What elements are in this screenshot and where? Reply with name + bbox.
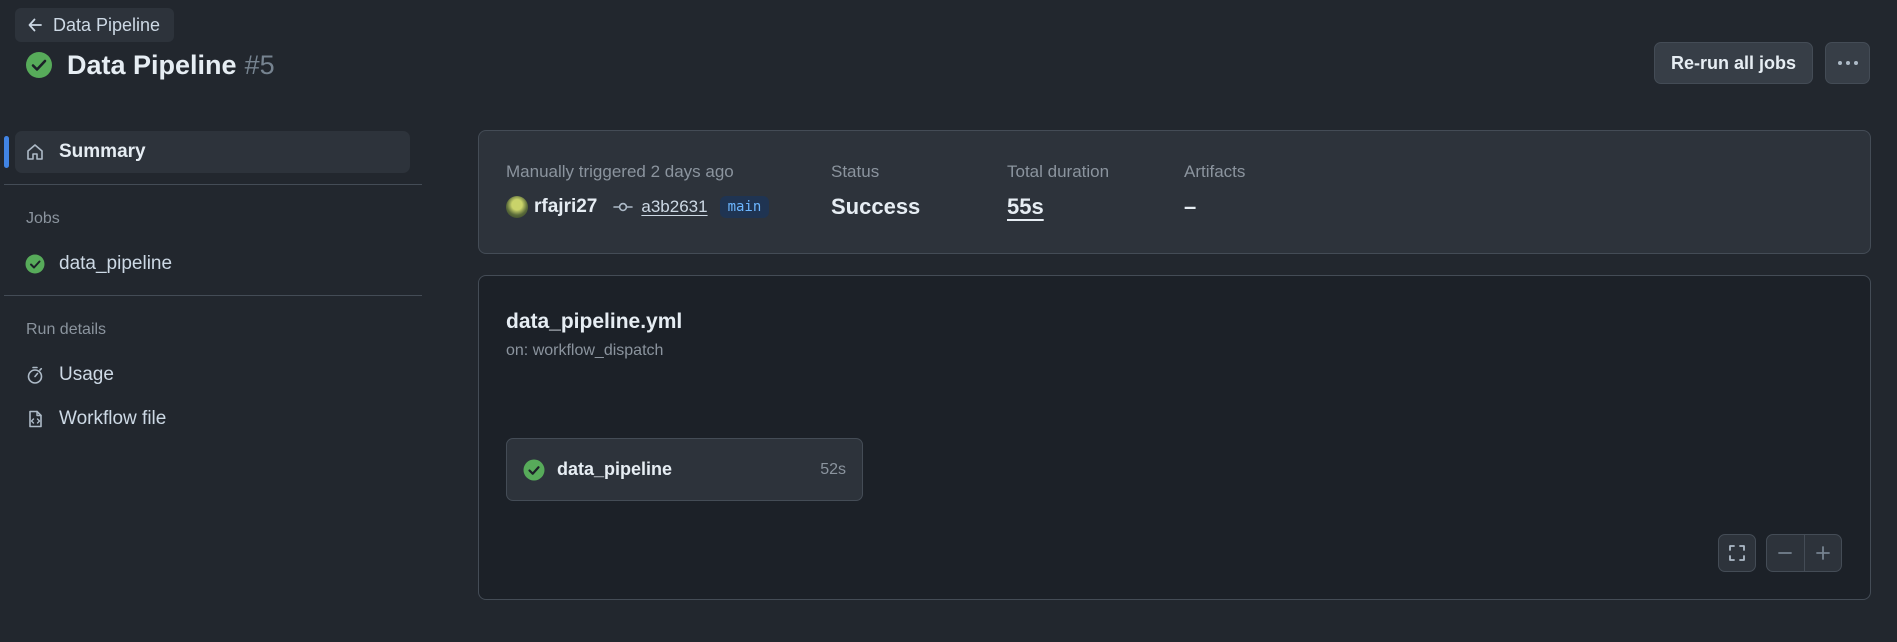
sidebar-item-workflow-file[interactable]: Workflow file	[15, 398, 410, 440]
kebab-horizontal-icon	[1837, 60, 1859, 66]
sidebar-divider	[4, 184, 422, 185]
zoom-out-button[interactable]	[1767, 535, 1805, 571]
check-circle-fill-icon	[25, 254, 45, 274]
job-node-data-pipeline[interactable]: data_pipeline 52s	[506, 438, 863, 501]
file-code-icon	[25, 409, 45, 429]
status-value: Success	[831, 194, 921, 219]
trigger-text: Manually triggered 2 days ago	[506, 162, 734, 181]
sidebar-item-job-data-pipeline[interactable]: data_pipeline	[15, 243, 410, 285]
sidebar-item-usage[interactable]: Usage	[15, 354, 410, 396]
more-options-button[interactable]	[1825, 42, 1870, 84]
duration-value[interactable]: 55s	[1007, 194, 1044, 220]
minus-icon	[1777, 545, 1793, 561]
zoom-in-button[interactable]	[1805, 535, 1842, 571]
avatar	[506, 196, 528, 218]
fullscreen-button[interactable]	[1718, 534, 1756, 572]
page-title-row: Data Pipeline #5	[25, 48, 275, 82]
page-title: Data Pipeline #5	[67, 50, 275, 81]
job-name: data_pipeline	[557, 459, 673, 479]
arrow-left-icon	[27, 17, 43, 33]
sidebar-item-label: Usage	[59, 364, 114, 385]
plus-icon	[1815, 545, 1831, 561]
status-label: Status	[831, 162, 880, 181]
home-icon	[25, 142, 45, 162]
sidebar-item-label: Workflow file	[59, 408, 167, 429]
commit-sha-link[interactable]: a3b2631	[641, 197, 707, 217]
sidebar-item-summary[interactable]: Summary	[15, 131, 410, 173]
actor-link[interactable]: rfajri27	[534, 196, 597, 218]
run-details-heading: Run details	[26, 321, 107, 338]
run-summary-card	[478, 130, 1871, 254]
sidebar-divider	[4, 295, 422, 296]
workflow-trigger: on: workflow_dispatch	[506, 342, 664, 359]
back-link-label: Data Pipeline	[53, 14, 161, 35]
page-title-text: Data Pipeline	[67, 49, 237, 80]
commit-meta-row: rfajri27 a3b2631 main	[506, 196, 770, 218]
artifacts-value: –	[1184, 194, 1197, 219]
stopwatch-icon	[25, 365, 45, 385]
git-commit-icon	[613, 200, 634, 214]
duration-label: Total duration	[1007, 162, 1110, 181]
back-link[interactable]: Data Pipeline	[15, 8, 175, 42]
rerun-all-jobs-button[interactable]: Re-run all jobs	[1654, 42, 1813, 84]
check-circle-fill-icon	[25, 51, 53, 79]
screen-full-icon	[1727, 543, 1747, 563]
workflow-file-name: data_pipeline.yml	[506, 310, 683, 333]
run-number: #5	[244, 49, 275, 80]
job-duration: 52s	[820, 460, 846, 478]
sidebar-item-label: Summary	[59, 141, 146, 162]
branch-badge[interactable]: main	[719, 196, 770, 218]
sidebar-item-label: data_pipeline	[59, 253, 173, 274]
zoom-controls	[1766, 534, 1842, 572]
check-circle-fill-icon	[523, 459, 545, 481]
artifacts-label: Artifacts	[1184, 162, 1246, 181]
active-indicator	[4, 136, 9, 168]
jobs-heading: Jobs	[26, 210, 60, 227]
